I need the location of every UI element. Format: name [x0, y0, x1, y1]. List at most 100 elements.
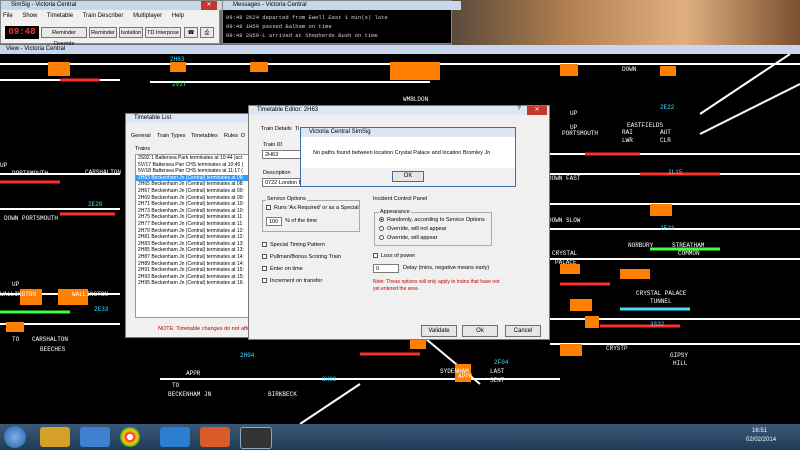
- menu-help[interactable]: Help: [172, 13, 184, 19]
- radio-will-not-appear[interactable]: Override, will not appear: [379, 226, 447, 232]
- radio-randomly[interactable]: Randomly, according to Service Options: [379, 217, 485, 223]
- list-item[interactable]: 5V/18 Battersea Pier CHS terminates at 1…: [136, 168, 258, 175]
- tab-rules[interactable]: Rules: [224, 133, 238, 139]
- berth-block[interactable]: [570, 299, 592, 311]
- file-explorer-icon[interactable]: [40, 427, 70, 447]
- list-item[interactable]: 2H67 Beckenham Jn (Central) terminates a…: [136, 188, 258, 195]
- chrome-icon[interactable]: [120, 427, 140, 447]
- map-label: 2E20: [88, 201, 103, 208]
- validate-button[interactable]: Validate: [421, 325, 457, 337]
- runs-as-required-checkbox[interactable]: Runs 'As Required' or as a Special: [266, 205, 359, 211]
- map-label: CARSHALTON: [32, 336, 69, 343]
- menu-timetable[interactable]: Timetable: [47, 13, 73, 19]
- train-id-field[interactable]: 2H63: [262, 150, 302, 159]
- timetable-list-window: Timetable List General Train Types Timet…: [125, 113, 260, 338]
- td-interpose-button[interactable]: TD Interpose: [145, 27, 181, 38]
- increment-checkbox[interactable]: Increment on transfer: [262, 278, 322, 284]
- special-timing-checkbox[interactable]: Special Timing Pattern: [262, 242, 325, 248]
- menu-train-describer[interactable]: Train Describer: [83, 13, 124, 19]
- tab-general[interactable]: General: [131, 133, 151, 139]
- map-label: CARSHALTON: [85, 169, 122, 176]
- cancel-button[interactable]: Cancel: [505, 325, 541, 337]
- list-item[interactable]: 2H71 Beckenham Jn (Central) terminates a…: [136, 201, 258, 208]
- trains-column-header: Trains: [135, 146, 151, 152]
- list-item[interactable]: 5V/17 Battersea Pier CHS terminates at 1…: [136, 162, 258, 169]
- berth-block[interactable]: [250, 62, 268, 72]
- berth-block[interactable]: [620, 269, 650, 279]
- view-title: View - Victoria Central: [0, 45, 800, 54]
- radio-will-appear-label: Override, will appear: [387, 235, 438, 241]
- menu-file[interactable]: File: [3, 13, 13, 19]
- loss-of-power-checkbox[interactable]: Loss of power: [373, 253, 415, 259]
- tab-train-details[interactable]: Train Details: [261, 126, 292, 132]
- tab-timing[interactable]: Ti: [295, 126, 299, 132]
- media-player-icon[interactable]: [200, 427, 230, 447]
- list-item[interactable]: 2H65 Beckenham Jn (Central) terminates a…: [136, 181, 258, 188]
- list-item[interactable]: 2H73 Beckenham Jn (Central) terminates a…: [136, 208, 258, 215]
- tab-d[interactable]: D: [241, 133, 245, 139]
- messages-title: Messages - Victoria Central: [223, 1, 461, 10]
- isolation-button[interactable]: Isolation: [119, 27, 143, 38]
- internet-explorer-icon[interactable]: [160, 427, 190, 447]
- list-item[interactable]: 2H87 Beckenham Jn (Central) terminates a…: [136, 254, 258, 261]
- berth-block[interactable]: [170, 62, 186, 72]
- list-item[interactable]: 2H95 Beckenham Jn (Central) terminates a…: [136, 280, 258, 287]
- simsig-taskbar-icon[interactable]: [240, 427, 272, 449]
- map-label: 2E22: [660, 104, 675, 111]
- map-label: DOWN FAST: [548, 175, 581, 182]
- alert-dialog: Victoria Central SimSig No paths found b…: [300, 127, 516, 187]
- list-item[interactable]: 2H79 Beckenham Jn (Central) terminates a…: [136, 228, 258, 235]
- list-item[interactable]: 2H93 Beckenham Jn (Central) terminates a…: [136, 274, 258, 281]
- reminder-override-button[interactable]: Reminder Override: [41, 27, 87, 47]
- list-item[interactable]: 2H75 Beckenham Jn (Central) terminates a…: [136, 214, 258, 221]
- map-label: UP: [0, 162, 8, 169]
- enter-on-time-checkbox[interactable]: Enter on time: [262, 266, 303, 272]
- message-line: 09:48 2G59-L arrived at Shepherds Bush o…: [226, 32, 378, 39]
- berth-block[interactable]: [660, 66, 676, 76]
- reminder-button[interactable]: Reminder: [89, 27, 117, 38]
- close-icon[interactable]: ✕: [201, 1, 217, 10]
- list-item[interactable]: 2H69 Beckenham Jn (Central) terminates a…: [136, 195, 258, 202]
- close-icon[interactable]: ✕: [527, 106, 547, 115]
- map-label: RAI: [622, 129, 633, 136]
- berth-block[interactable]: [390, 62, 440, 80]
- timetable-list-title: Timetable List: [126, 114, 259, 123]
- berth-block[interactable]: [48, 62, 70, 76]
- berth-block[interactable]: [650, 204, 672, 216]
- berth-block[interactable]: [560, 64, 578, 76]
- map-label: LAST: [490, 368, 505, 375]
- pullman-checkbox[interactable]: Pullman/Bonus Scoring Train: [262, 254, 341, 260]
- list-item[interactable]: 2H77 Beckenham Jn (Central) terminates a…: [136, 221, 258, 228]
- loss-of-power-label: Loss of power: [381, 253, 416, 259]
- list-item[interactable]: 2H89 Beckenham Jn (Central) terminates a…: [136, 261, 258, 268]
- alert-ok-button[interactable]: OK: [392, 171, 424, 182]
- printer-icon[interactable]: ⎙: [200, 27, 214, 38]
- start-button[interactable]: [4, 426, 26, 448]
- map-label: 2F04: [494, 359, 509, 366]
- list-item[interactable]: 3S92:1 Battersea Park terminates at 10:4…: [136, 155, 258, 162]
- menu-show[interactable]: Show: [22, 13, 37, 19]
- ok-button[interactable]: Ok: [462, 325, 498, 337]
- map-label: STREATHAM: [672, 242, 705, 249]
- list-item[interactable]: 2H81 Beckenham Jn (Central) terminates a…: [136, 234, 258, 241]
- description-field[interactable]: 0722 London Br: [262, 178, 304, 187]
- percent-field[interactable]: 100: [266, 217, 282, 226]
- list-item-selected[interactable]: 2H63 Beckenham Jn (Central) terminates a…: [136, 174, 258, 182]
- help-icon[interactable]: ?: [513, 106, 525, 115]
- tab-train-types[interactable]: Train Types: [157, 133, 185, 139]
- list-item[interactable]: 2H85 Beckenham Jn (Central) terminates a…: [136, 247, 258, 254]
- berth-block[interactable]: [585, 316, 599, 328]
- list-item[interactable]: 2H91 Beckenham Jn (Central) terminates a…: [136, 267, 258, 274]
- berth-block[interactable]: [410, 339, 426, 349]
- enter-on-time-label: Enter on time: [270, 266, 303, 272]
- delay-field[interactable]: 0: [373, 264, 399, 273]
- list-item[interactable]: 2H83 Beckenham Jn (Central) terminates a…: [136, 241, 258, 248]
- berth-block[interactable]: [560, 344, 582, 356]
- phone-icon[interactable]: ☎: [184, 27, 198, 38]
- menu-multiplayer[interactable]: Multiplayer: [133, 13, 162, 19]
- tab-timetables[interactable]: Timetables: [191, 133, 218, 139]
- berth-block[interactable]: [6, 322, 24, 332]
- radio-will-appear[interactable]: Override, will appear: [379, 235, 437, 241]
- trains-list[interactable]: 3S92:1 Battersea Park terminates at 10:4…: [135, 154, 259, 318]
- library-icon[interactable]: [80, 427, 110, 447]
